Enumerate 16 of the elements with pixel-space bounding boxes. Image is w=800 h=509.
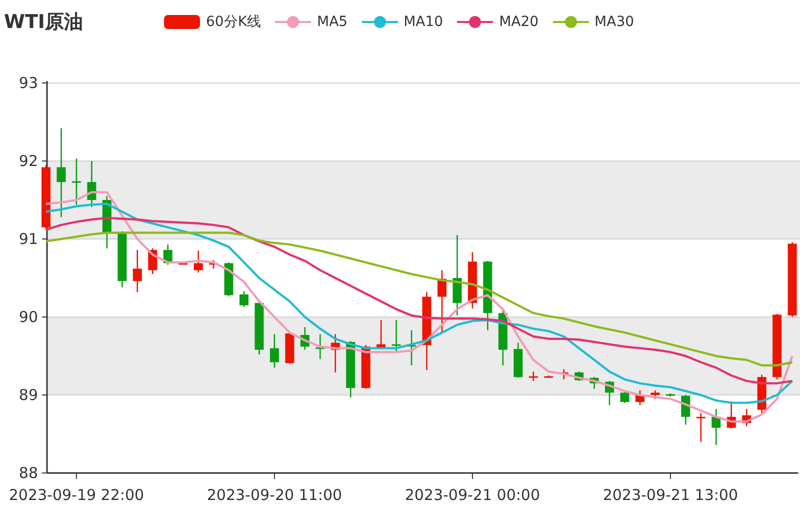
axis-label: 2023-09-21 13:00 (602, 486, 738, 504)
chart-title: WTI原油 (4, 10, 84, 34)
legend-item[interactable]: MA20 (499, 14, 539, 30)
axis-label: 90 (18, 308, 38, 326)
legend-item[interactable]: 60分K线 (206, 12, 261, 30)
axis-label: 88 (18, 464, 38, 482)
axis-label: 91 (18, 230, 38, 248)
axis-label: 92 (18, 152, 38, 170)
legend-item[interactable]: MA30 (594, 14, 634, 30)
axis-label: 2023-09-19 22:00 (8, 486, 144, 504)
axis-label: 2023-09-21 00:00 (404, 486, 540, 504)
axis-label: 2023-09-20 11:00 (206, 486, 342, 504)
axis-label: 89 (18, 386, 38, 404)
legend-item[interactable]: MA10 (404, 14, 444, 30)
legend-item[interactable]: MA5 (317, 14, 348, 30)
axis-label: 93 (18, 74, 38, 92)
